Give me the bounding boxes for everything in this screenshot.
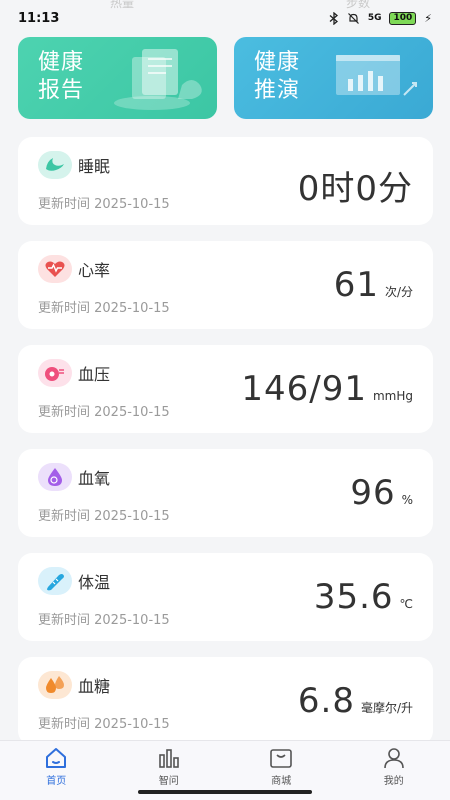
metric-unit: % <box>401 493 413 507</box>
metric-updated-time: 更新时间 2025-10-15 <box>38 613 170 628</box>
heart-pulse-icon <box>45 261 65 277</box>
metric-value-group: 61 次/分 <box>334 265 413 305</box>
status-icons: 5G 100 ⚡ <box>329 11 432 25</box>
metric-value-group: 6.8 毫摩尔/升 <box>298 681 413 721</box>
thermometer-icon <box>47 574 64 591</box>
deduce-chart-icon <box>336 55 417 96</box>
tab-home[interactable]: 首页 <box>0 741 113 800</box>
metric-card-blood-oxygen[interactable]: 血氧 更新时间 2025-10-15 96 % <box>18 449 433 537</box>
feature-cards: 健康报告 健康推演 <box>18 37 433 119</box>
oxygen-drop-icon <box>48 468 62 486</box>
metric-card-heart-rate[interactable]: 心率 更新时间 2025-10-15 61 次/分 <box>18 241 433 329</box>
battery-indicator: 100 <box>389 11 417 25</box>
metric-updated-time: 更新时间 2025-10-15 <box>38 301 170 316</box>
metric-name: 血压 <box>78 365 111 384</box>
metric-icon-badge <box>38 151 72 179</box>
shop-icon <box>270 749 293 768</box>
metric-value-group: 146/91 mmHg <box>241 369 413 409</box>
metric-icon-badge <box>38 463 72 491</box>
moon-icon <box>46 158 64 171</box>
metric-unit: 毫摩尔/升 <box>360 701 413 715</box>
metric-card-body-temperature[interactable]: 体温 更新时间 2025-10-15 35.6 ℃ <box>18 553 433 641</box>
report-document-icon <box>114 49 202 110</box>
metric-name: 心率 <box>78 261 111 280</box>
health-deduce-label: 健康推演 <box>254 50 301 103</box>
charging-bolt-icon: ⚡ <box>424 11 432 25</box>
metric-name: 血糖 <box>78 677 111 696</box>
metric-updated-time: 更新时间 2025-10-15 <box>38 405 170 420</box>
metric-updated-time: 更新时间 2025-10-15 <box>38 509 170 524</box>
blood-pressure-icon <box>45 367 64 381</box>
health-report-label: 健康报告 <box>38 50 85 103</box>
health-report-card[interactable]: 健康报告 <box>18 37 217 119</box>
metric-icon-badge <box>38 567 72 595</box>
status-time: 11:13 <box>18 10 60 26</box>
network-indicator: 5G <box>367 13 382 23</box>
metric-unit: mmHg <box>372 389 413 403</box>
metric-list: 睡眠 更新时间 2025-10-15 0时0分 心率 更新时间 2025-10-… <box>18 137 433 761</box>
tab-label: 商城 <box>271 776 292 787</box>
metric-updated-time: 更新时间 2025-10-15 <box>38 717 170 732</box>
metric-unit: 次/分 <box>384 285 413 299</box>
metric-value-group: 96 % <box>350 473 413 513</box>
home-indicator <box>138 790 312 794</box>
health-deduce-card[interactable]: 健康推演 <box>234 37 433 119</box>
metric-value-group: 35.6 ℃ <box>314 577 413 617</box>
metric-unit: ℃ <box>399 597 413 611</box>
glucose-drop-icon <box>46 676 64 693</box>
metric-updated-time: 更新时间 2025-10-15 <box>38 197 170 212</box>
metric-name: 睡眠 <box>78 157 111 176</box>
bluetooth-icon <box>329 11 338 25</box>
metric-value: 96 <box>350 473 396 513</box>
tab-label: 首页 <box>46 776 67 787</box>
status-bar: 11:13 5G 100 ⚡ <box>0 0 450 36</box>
metric-card-blood-glucose[interactable]: 血糖 更新时间 2025-10-15 6.8 毫摩尔/升 <box>18 657 433 745</box>
metric-value: 146/91 <box>241 369 367 409</box>
metric-value: 35.6 <box>313 577 394 617</box>
metric-value: 0时0分 <box>297 169 413 209</box>
metric-icon-badge <box>38 671 72 699</box>
tab-label: 智问 <box>158 776 179 787</box>
metric-icon-badge <box>38 359 72 387</box>
metric-card-blood-pressure[interactable]: 血压 更新时间 2025-10-15 146/91 mmHg <box>18 345 433 433</box>
mute-bell-icon <box>347 12 359 24</box>
metric-value-group: 0时0分 <box>298 161 413 210</box>
metric-card-sleep[interactable]: 睡眠 更新时间 2025-10-15 0时0分 <box>18 137 433 225</box>
metric-name: 血氧 <box>78 469 111 488</box>
tab-label: 我的 <box>383 776 404 787</box>
metric-name: 体温 <box>78 573 111 592</box>
home-icon <box>46 748 67 768</box>
metric-value: 61 <box>333 265 379 305</box>
metric-value: 6.8 <box>297 681 355 721</box>
user-icon <box>383 748 404 769</box>
chart-bars-icon <box>158 749 179 768</box>
tab-profile[interactable]: 我的 <box>338 741 450 800</box>
metric-icon-badge <box>38 255 72 283</box>
